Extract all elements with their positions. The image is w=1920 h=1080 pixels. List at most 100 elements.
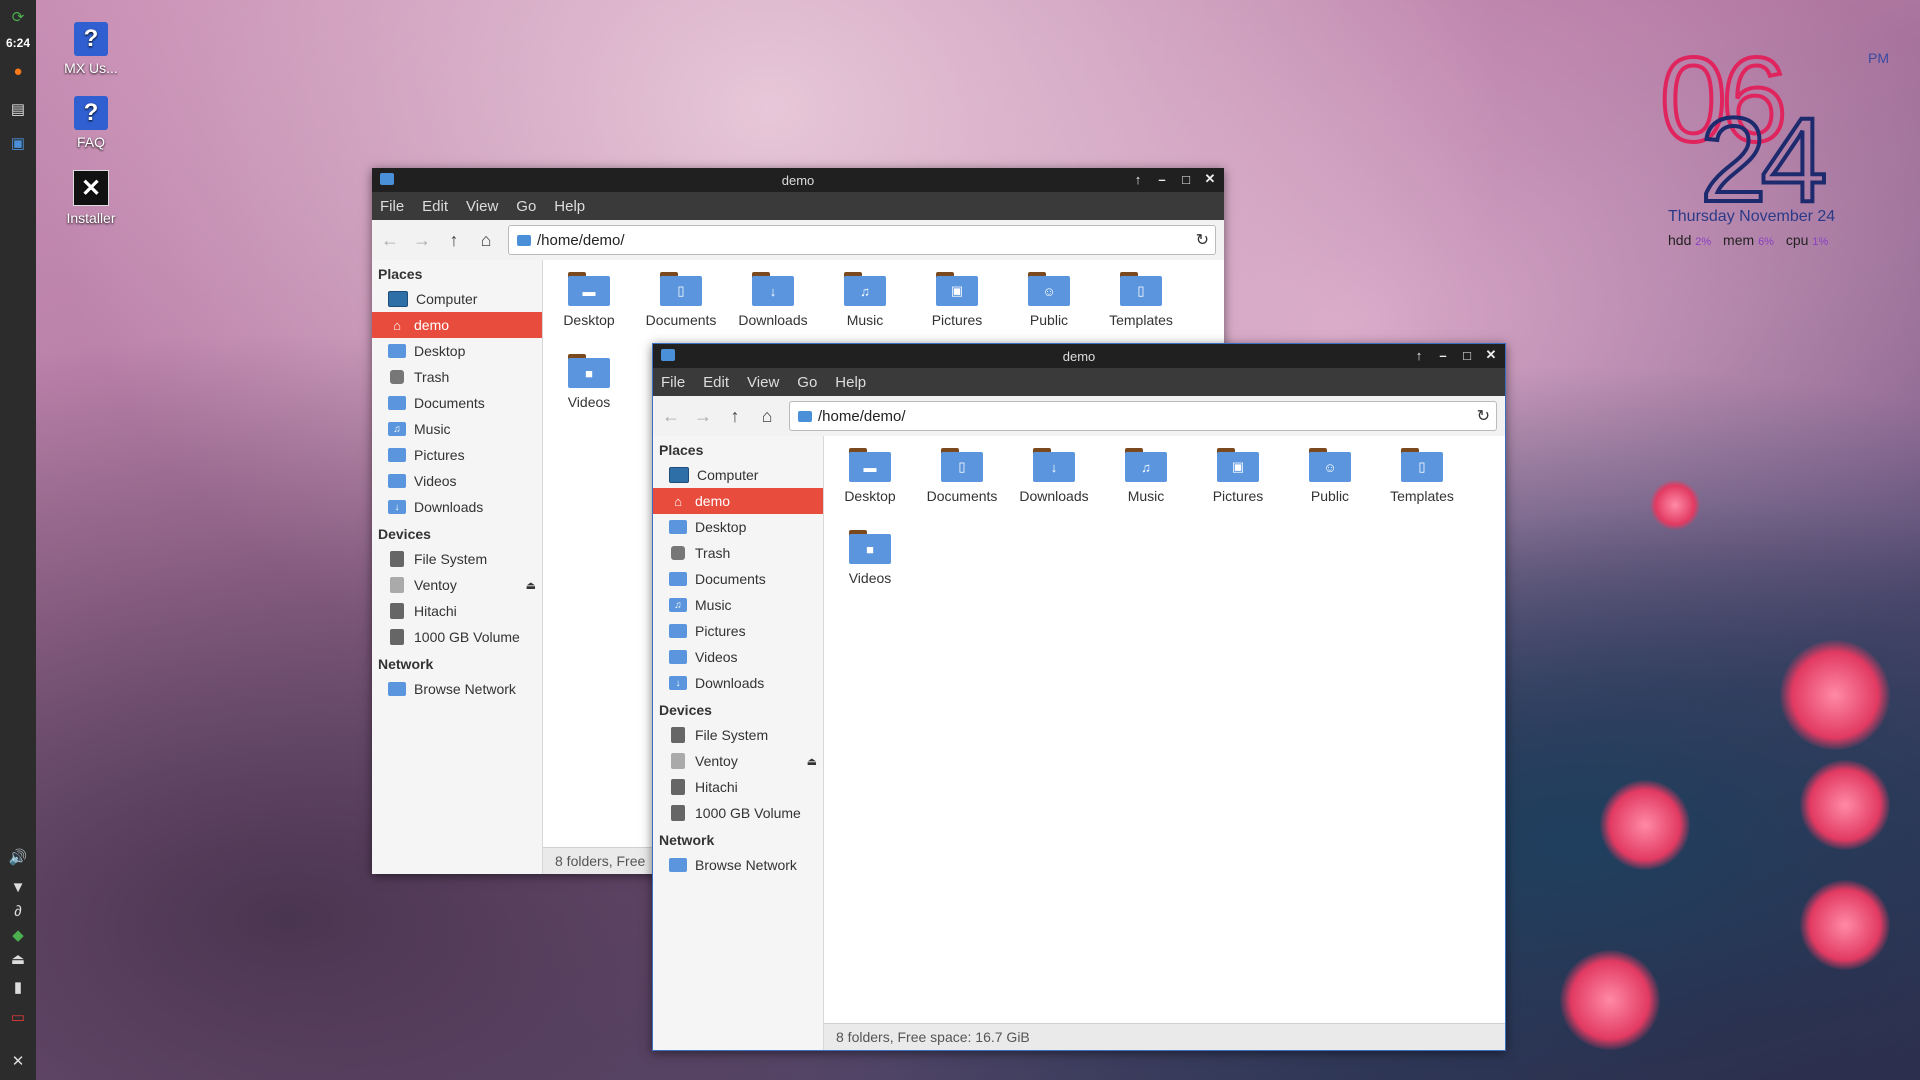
desktop-icon-installer[interactable]: ✕ Installer <box>41 170 141 226</box>
folder-documents[interactable]: ▯ Documents <box>916 448 1008 504</box>
up-arrow-icon[interactable]: ↑ <box>440 226 468 254</box>
menu-help[interactable]: Help <box>835 374 866 391</box>
sidebar-item-documents[interactable]: Documents <box>653 566 823 592</box>
file-manager-window-front[interactable]: demo ↑ – □ ✕ File Edit View Go Help ← → … <box>652 343 1506 1051</box>
folder-public[interactable]: ☺ Public <box>1003 272 1095 328</box>
menu-edit[interactable]: Edit <box>703 374 729 391</box>
sidebar-item-desktop[interactable]: Desktop <box>653 514 823 540</box>
sidebar-item-documents[interactable]: Documents <box>372 390 542 416</box>
up-arrow-icon[interactable]: ↑ <box>721 402 749 430</box>
folder-desktop[interactable]: ▬ Desktop <box>824 448 916 504</box>
minimize-icon[interactable]: – <box>1435 347 1451 363</box>
eject-icon[interactable]: ⏏ <box>526 579 536 592</box>
files-icon[interactable]: ▤ <box>6 98 30 120</box>
folder-music[interactable]: ♫ Music <box>1100 448 1192 504</box>
menu-file[interactable]: File <box>661 374 685 391</box>
sidebar-item-computer[interactable]: Computer <box>372 286 542 312</box>
folder-templates[interactable]: ▯ Templates <box>1095 272 1187 328</box>
close-icon[interactable]: ✕ <box>1483 347 1499 363</box>
trash-icon <box>671 546 685 560</box>
back-arrow-icon[interactable]: ← <box>376 226 404 254</box>
filemanager-icon[interactable]: ▣ <box>6 132 30 154</box>
sidebar-item-ventoy[interactable]: Ventoy ⏏ <box>372 572 542 598</box>
refresh-icon[interactable]: ⟳ <box>6 6 30 28</box>
menu-edit[interactable]: Edit <box>422 198 448 215</box>
home-icon[interactable]: ⌂ <box>753 402 781 430</box>
sidebar-item-videos[interactable]: Videos <box>653 644 823 670</box>
sidebar-item-filesystem[interactable]: File System <box>372 546 542 572</box>
home-icon[interactable]: ⌂ <box>472 226 500 254</box>
installer-icon: ✕ <box>73 170 109 206</box>
sidebar-item-label: Pictures <box>695 623 746 639</box>
above-icon[interactable]: ↑ <box>1130 171 1146 187</box>
folder-desktop[interactable]: ▬ Desktop <box>543 272 635 328</box>
titlebar[interactable]: demo ↑ – □ ✕ <box>372 168 1224 192</box>
eject-icon[interactable]: ⏏ <box>807 755 817 768</box>
reload-icon[interactable]: ↻ <box>1477 406 1490 426</box>
sidebar-item-demo[interactable]: ⌂ demo <box>653 488 823 514</box>
sidebar-item-1000gb[interactable]: 1000 GB Volume <box>653 800 823 826</box>
folder-downloads[interactable]: ↓ Downloads <box>1008 448 1100 504</box>
desktop-icon-mx-user[interactable]: ? MX Us... <box>41 22 141 76</box>
menu-help[interactable]: Help <box>554 198 585 215</box>
volume-icon[interactable]: 🔊 <box>6 846 30 868</box>
forward-arrow-icon[interactable]: → <box>408 226 436 254</box>
folder-pictures[interactable]: ▣ Pictures <box>911 272 1003 328</box>
close-icon[interactable]: ✕ <box>1202 171 1218 187</box>
sidebar-item-videos[interactable]: Videos <box>372 468 542 494</box>
above-icon[interactable]: ↑ <box>1411 347 1427 363</box>
sidebar-item-hitachi[interactable]: Hitachi <box>653 774 823 800</box>
reload-icon[interactable]: ↻ <box>1196 230 1209 250</box>
titlebar[interactable]: demo ↑ – □ ✕ <box>653 344 1505 368</box>
sidebar-item-trash[interactable]: Trash <box>372 364 542 390</box>
sidebar-item-demo[interactable]: ⌂ demo <box>372 312 542 338</box>
battery-icon[interactable]: ▮ <box>6 976 30 998</box>
window-title: demo <box>781 173 815 188</box>
folder-music[interactable]: ♫ Music <box>819 272 911 328</box>
folder-templates[interactable]: ▯ Templates <box>1376 448 1468 504</box>
sidebar-item-pictures[interactable]: Pictures <box>653 618 823 644</box>
menu-view[interactable]: View <box>747 374 779 391</box>
network-icon[interactable]: ▼ <box>6 876 30 898</box>
sidebar-item-downloads[interactable]: ↓ Downloads <box>653 670 823 696</box>
documents-folder-icon <box>388 396 406 410</box>
sidebar-item-downloads[interactable]: ↓ Downloads <box>372 494 542 520</box>
sidebar-item-music[interactable]: ♫ Music <box>653 592 823 618</box>
eject-icon[interactable]: ⏏ <box>6 948 30 970</box>
sidebar-item-music[interactable]: ♫ Music <box>372 416 542 442</box>
minimize-icon[interactable]: – <box>1154 171 1170 187</box>
maximize-icon[interactable]: □ <box>1178 171 1194 187</box>
sidebar-item-computer[interactable]: Computer <box>653 462 823 488</box>
back-arrow-icon[interactable]: ← <box>657 402 685 430</box>
sidebar-item-pictures[interactable]: Pictures <box>372 442 542 468</box>
sidebar-item-hitachi[interactable]: Hitachi <box>372 598 542 624</box>
menu-view[interactable]: View <box>466 198 498 215</box>
folder-pictures[interactable]: ▣ Pictures <box>1192 448 1284 504</box>
sidebar-item-browse-network[interactable]: Browse Network <box>653 852 823 878</box>
menu-go[interactable]: Go <box>516 198 536 215</box>
maximize-icon[interactable]: □ <box>1459 347 1475 363</box>
forward-arrow-icon[interactable]: → <box>689 402 717 430</box>
sidebar-item-desktop[interactable]: Desktop <box>372 338 542 364</box>
firefox-icon[interactable]: ● <box>6 60 30 82</box>
music-folder-icon: ♫ <box>844 276 886 306</box>
location-bar[interactable]: /home/demo/ ↻ <box>508 225 1216 255</box>
folder-public[interactable]: ☺ Public <box>1284 448 1376 504</box>
folder-videos[interactable]: ■ Videos <box>543 354 635 410</box>
sidebar-item-trash[interactable]: Trash <box>653 540 823 566</box>
folder-videos[interactable]: ■ Videos <box>824 530 916 586</box>
sidebar-item-browse-network[interactable]: Browse Network <box>372 676 542 702</box>
mx-logo-icon[interactable]: ✕ <box>6 1050 30 1072</box>
sidebar-item-filesystem[interactable]: File System <box>653 722 823 748</box>
location-bar[interactable]: /home/demo/ ↻ <box>789 401 1497 431</box>
folder-documents[interactable]: ▯ Documents <box>635 272 727 328</box>
sidebar-item-ventoy[interactable]: Ventoy ⏏ <box>653 748 823 774</box>
folder-downloads[interactable]: ↓ Downloads <box>727 272 819 328</box>
clip-icon[interactable]: ∂ <box>6 900 30 922</box>
menu-file[interactable]: File <box>380 198 404 215</box>
sidebar-item-1000gb[interactable]: 1000 GB Volume <box>372 624 542 650</box>
updater-icon[interactable]: ◆ <box>6 924 30 946</box>
desktop-icon-faq[interactable]: ? FAQ <box>41 96 141 150</box>
menu-go[interactable]: Go <box>797 374 817 391</box>
screen-icon[interactable]: ▭ <box>6 1006 30 1028</box>
